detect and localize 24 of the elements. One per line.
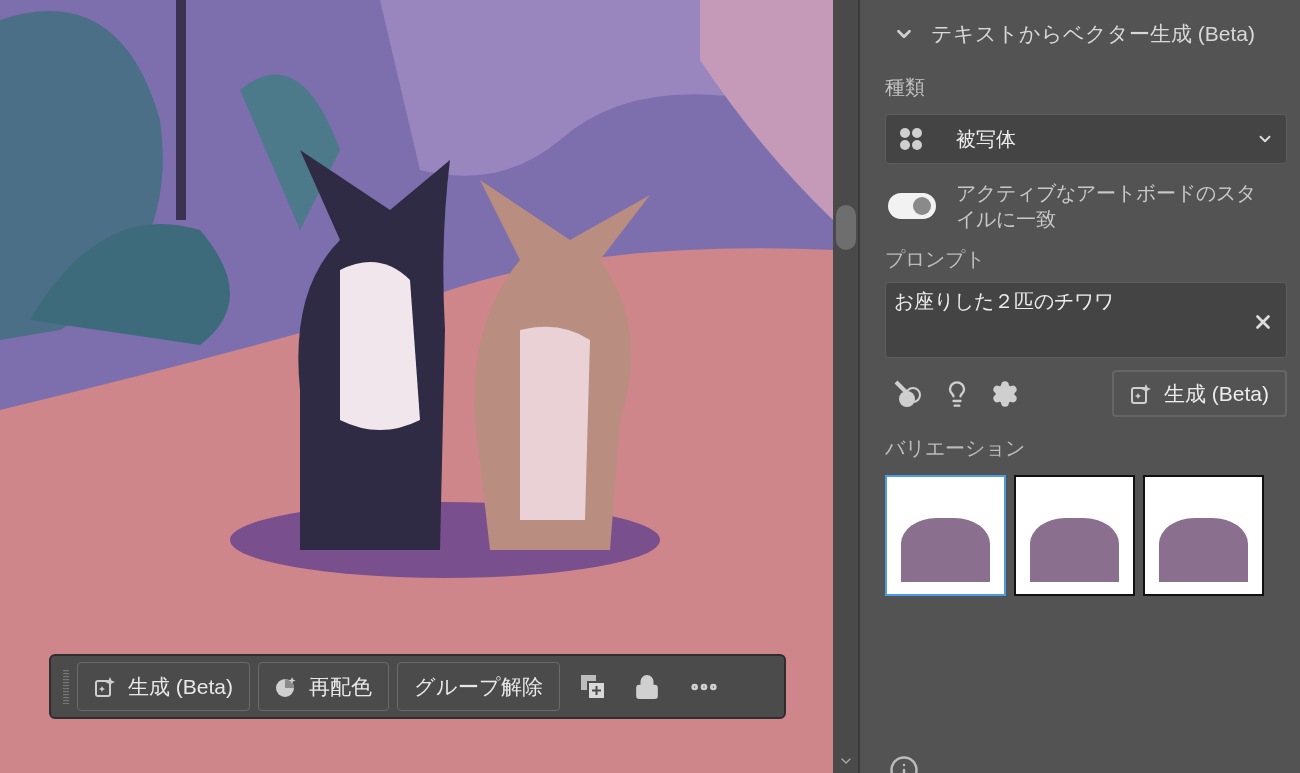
prompt-field[interactable]: お座りした２匹のチワワ bbox=[885, 282, 1287, 358]
variations-label: バリエーション bbox=[885, 436, 1026, 461]
type-label: 種類 bbox=[885, 75, 926, 100]
settings-icon[interactable] bbox=[991, 379, 1019, 408]
type-dropdown[interactable]: 被写体 bbox=[885, 114, 1287, 164]
scrollbar-thumb[interactable] bbox=[835, 205, 856, 250]
prompt-label: プロンプト bbox=[885, 247, 986, 272]
toolbar-button[interactable]: 生成 (Beta) bbox=[77, 662, 251, 711]
drag-handle-icon[interactable] bbox=[63, 669, 69, 704]
variation-thumbnail[interactable] bbox=[885, 475, 1006, 596]
lock-icon[interactable] bbox=[634, 673, 661, 700]
match-style-label: アクティブなアートボードのスタイルに一致 bbox=[956, 181, 1256, 232]
generate-button[interactable]: 生成 (Beta) bbox=[1111, 370, 1287, 417]
variation-thumbnail[interactable] bbox=[1143, 475, 1264, 596]
toolbar-button[interactable]: グループ解除 bbox=[397, 662, 561, 711]
panel-title: テキストからベクター生成 (Beta) bbox=[931, 21, 1256, 48]
sparkle-frame-icon bbox=[1129, 382, 1152, 405]
toolbar-button[interactable]: 再配色 bbox=[258, 662, 390, 711]
variation-thumbnail[interactable] bbox=[1014, 475, 1135, 596]
duplicate-icon[interactable] bbox=[580, 673, 607, 700]
toggle-switch[interactable] bbox=[888, 193, 936, 219]
color-wheel-icon bbox=[275, 675, 298, 698]
sparkle-frame-icon bbox=[94, 675, 116, 698]
flower-icon bbox=[898, 126, 924, 152]
